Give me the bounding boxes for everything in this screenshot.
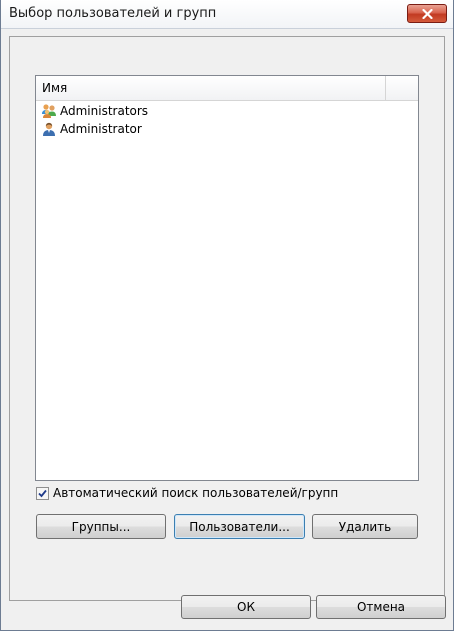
- dialog-window: Выбор пользователей и групп Имя Administ…: [0, 0, 454, 631]
- user-icon: [43, 122, 55, 136]
- auto-search-checkbox[interactable]: [36, 486, 49, 500]
- user-group-list[interactable]: Имя Administrators Administrator: [35, 75, 419, 481]
- list-item[interactable]: Administrator: [41, 120, 148, 138]
- remove-button[interactable]: Удалить: [312, 514, 418, 539]
- cancel-button[interactable]: Отмена: [316, 595, 446, 619]
- column-header-label: Имя: [42, 81, 68, 95]
- list-item[interactable]: Administrators: [41, 102, 148, 120]
- list-item-label: Administrators: [60, 104, 149, 118]
- list-body: Administrators Administrator: [41, 102, 148, 138]
- groups-button[interactable]: Группы...: [36, 514, 166, 539]
- ok-button[interactable]: ОК: [181, 595, 311, 619]
- close-icon: [421, 8, 433, 19]
- window-title: Выбор пользователей и групп: [9, 6, 217, 21]
- close-button[interactable]: [407, 4, 447, 23]
- auto-search-row[interactable]: Автоматический поиск пользователей/групп: [36, 486, 338, 500]
- group-icon: [42, 104, 56, 118]
- users-button[interactable]: Пользователи...: [174, 514, 305, 539]
- title-bar[interactable]: Выбор пользователей и групп: [1, 0, 453, 29]
- list-item-label: Administrator: [60, 122, 142, 136]
- column-header-name[interactable]: Имя: [36, 76, 386, 100]
- dialog-body: Имя Administrators Administrator Автомат…: [9, 36, 445, 601]
- list-header: Имя: [36, 76, 418, 101]
- auto-search-label: Автоматический поиск пользователей/групп: [53, 486, 339, 500]
- checkmark-icon: [38, 489, 47, 497]
